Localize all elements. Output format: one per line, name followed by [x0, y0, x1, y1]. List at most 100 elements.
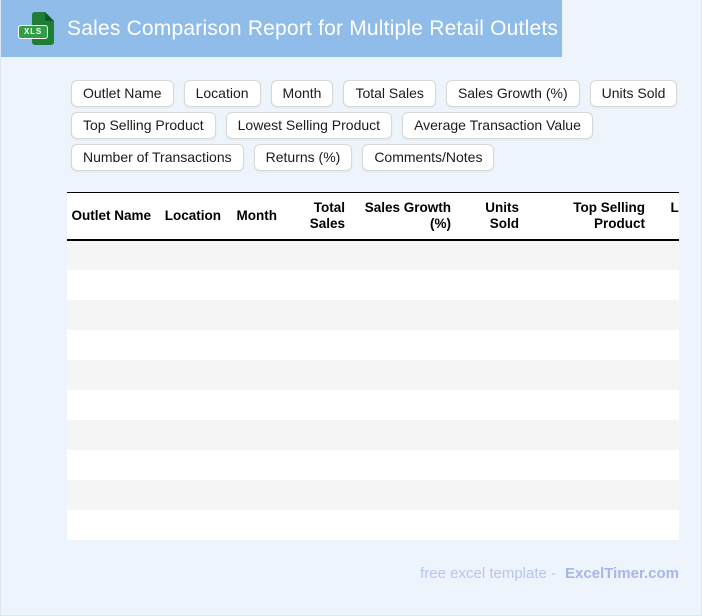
table-cell: [523, 270, 649, 300]
table-cell: [455, 300, 523, 330]
table-cell: [67, 360, 155, 390]
footer: free excel template - ExcelTimer.com: [67, 565, 679, 582]
column-chip: Sales Growth (%): [445, 80, 580, 107]
table-cell: [155, 480, 225, 510]
table-row: [67, 389, 679, 420]
column-chip: Average Transaction Value: [402, 112, 593, 139]
table-cell: [225, 390, 281, 420]
column-chip: Total Sales: [343, 80, 436, 107]
chip-row: Top Selling Product Lowest Selling Produc…: [71, 112, 701, 139]
column-chip: Location: [183, 80, 261, 107]
table-cell: [649, 390, 679, 420]
table-cell: [225, 510, 281, 540]
table-cell: [349, 360, 455, 390]
table-cell: [649, 300, 679, 330]
table-cell: [281, 300, 349, 330]
table-cell: [281, 510, 349, 540]
column-chip: Units Sold: [589, 80, 678, 107]
column-header: Month: [236, 207, 277, 223]
chip-row: Number of Transactions Returns (%) Comment…: [71, 144, 701, 171]
table-cell: [455, 360, 523, 390]
table-cell: [523, 330, 649, 360]
table-cell: [349, 390, 455, 420]
table-cell: [349, 330, 455, 360]
table-cell: [455, 390, 523, 420]
table-cell: [67, 390, 155, 420]
table-cell: [349, 270, 455, 300]
table-cell: [455, 480, 523, 510]
table-cell: [67, 330, 155, 360]
chip-row: Outlet Name Location Month Total Sales Sales…: [71, 80, 701, 107]
table-cell: [349, 240, 455, 270]
table-cell: [649, 450, 679, 480]
table-cell: [281, 450, 349, 480]
column-header: Lowest Selling Product: [670, 199, 679, 215]
table-cell: [281, 330, 349, 360]
table-cell: [523, 480, 649, 510]
table-row: [67, 239, 679, 270]
table-cell: [649, 330, 679, 360]
table-cell: [67, 480, 155, 510]
table-cell: [523, 300, 649, 330]
footer-text: free excel template -: [420, 564, 557, 582]
table-cell: [67, 300, 155, 330]
column-header: Sales Growth (%): [364, 199, 451, 231]
table-cell: [155, 390, 225, 420]
report-table: Outlet Name Location Month Total Sales Sales…: [67, 192, 679, 540]
table-cell: [523, 450, 649, 480]
table-cell: [349, 480, 455, 510]
title-bar: XLS Sales Comparison Report for Multiple…: [1, 0, 562, 57]
table-cell: [155, 450, 225, 480]
table-cell: [349, 420, 455, 450]
table-cell: [225, 420, 281, 450]
table-cell: [523, 420, 649, 450]
table-cell: [281, 390, 349, 420]
table-cell: [225, 360, 281, 390]
table-cell: [455, 270, 523, 300]
xls-file-icon: XLS: [18, 12, 54, 45]
table-row: [67, 509, 679, 540]
table-cell: [649, 240, 679, 270]
table-cell: [155, 300, 225, 330]
page-title: Sales Comparison Report for Multiple Ret…: [67, 16, 559, 40]
table-cell: [155, 240, 225, 270]
table-cell: [281, 240, 349, 270]
column-chip: Outlet Name: [71, 80, 174, 107]
table-cell: [67, 420, 155, 450]
table-cell: [225, 240, 281, 270]
report-table-container: Outlet Name Location Month Total Sales Sales…: [67, 192, 679, 540]
table-cell: [455, 510, 523, 540]
column-chip: Month: [270, 80, 334, 107]
column-header: Units Sold: [485, 199, 519, 231]
table-header-row: Outlet Name Location Month Total Sales Sales…: [67, 193, 679, 240]
table-cell: [349, 450, 455, 480]
column-header: Outlet Name: [71, 207, 151, 223]
table-cell: [649, 270, 679, 300]
table-cell: [649, 510, 679, 540]
table-row: [67, 419, 679, 450]
table-cell: [455, 240, 523, 270]
column-chip: Lowest Selling Product: [225, 112, 393, 139]
table-cell: [455, 450, 523, 480]
table-cell: [523, 390, 649, 420]
table-cell: [67, 510, 155, 540]
table-cell: [349, 510, 455, 540]
table-cell: [225, 300, 281, 330]
column-chip-list: Outlet Name Location Month Total Sales Sales…: [71, 80, 701, 171]
column-chip: Returns (%): [253, 144, 353, 171]
table-cell: [67, 270, 155, 300]
table-row: [67, 359, 679, 390]
column-header: Total Sales: [309, 199, 345, 231]
table-cell: [67, 450, 155, 480]
column-header: Location: [164, 207, 221, 223]
brand-link[interactable]: ExcelTimer.com: [565, 565, 679, 582]
table-cell: [649, 420, 679, 450]
table-cell: [523, 510, 649, 540]
table-cell: [523, 240, 649, 270]
table-cell: [67, 240, 155, 270]
page: XLS Sales Comparison Report for Multiple…: [0, 0, 702, 616]
table-cell: [225, 480, 281, 510]
table-cell: [155, 330, 225, 360]
table-cell: [155, 360, 225, 390]
column-chip: Comments/Notes: [362, 144, 495, 171]
